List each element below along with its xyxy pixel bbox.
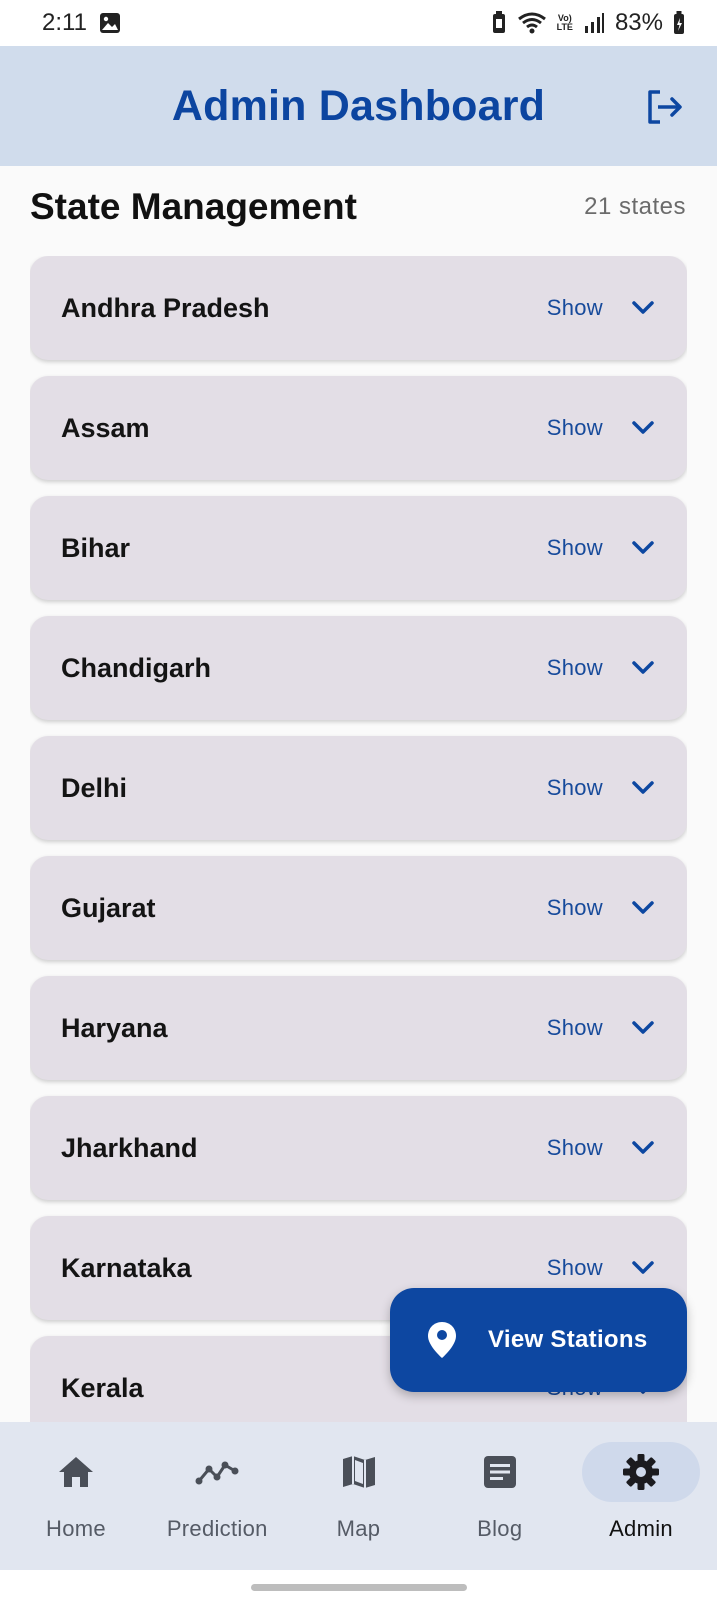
section-header: State Management 21 states bbox=[30, 182, 686, 232]
battery-saver-icon bbox=[491, 11, 507, 35]
app-bar: Admin Dashboard bbox=[0, 46, 717, 166]
bottom-navigation: Home Prediction Map Blog Admin bbox=[0, 1422, 717, 1570]
nav-item-blog[interactable]: Blog bbox=[436, 1422, 564, 1570]
state-list[interactable]: Andhra Pradesh Show Assam Show Bihar Sho… bbox=[30, 256, 687, 1422]
state-card-chandigarh[interactable]: Chandigarh Show bbox=[30, 616, 687, 720]
nav-item-admin[interactable]: Admin bbox=[577, 1422, 705, 1570]
volte-icon: Vo) LTE bbox=[557, 14, 573, 32]
state-actions: Show bbox=[547, 414, 657, 442]
chevron-down-icon[interactable] bbox=[629, 1134, 657, 1162]
show-button[interactable]: Show bbox=[547, 535, 603, 561]
chevron-down-icon[interactable] bbox=[629, 894, 657, 922]
gesture-area bbox=[0, 1570, 717, 1600]
show-button[interactable]: Show bbox=[547, 1135, 603, 1161]
home-icon bbox=[59, 1457, 93, 1487]
nav-item-map[interactable]: Map bbox=[295, 1422, 423, 1570]
show-button[interactable]: Show bbox=[547, 1015, 603, 1041]
nav-item-prediction[interactable]: Prediction bbox=[153, 1422, 281, 1570]
chevron-down-icon[interactable] bbox=[629, 294, 657, 322]
show-button[interactable]: Show bbox=[547, 895, 603, 921]
nav-icon-container bbox=[582, 1442, 700, 1502]
state-actions: Show bbox=[547, 534, 657, 562]
nav-label: Map bbox=[336, 1516, 381, 1541]
state-card-assam[interactable]: Assam Show bbox=[30, 376, 687, 480]
chevron-down-icon[interactable] bbox=[629, 1014, 657, 1042]
battery-percent: 83% bbox=[614, 9, 663, 36]
state-name: Bihar bbox=[61, 532, 131, 563]
state-actions: Show bbox=[547, 894, 657, 922]
article-icon bbox=[483, 1456, 516, 1488]
show-button[interactable]: Show bbox=[547, 295, 603, 321]
state-card-haryana[interactable]: Haryana Show bbox=[30, 976, 687, 1080]
chevron-down-icon[interactable] bbox=[629, 654, 657, 682]
nav-label: Home bbox=[46, 1516, 106, 1541]
state-actions: Show bbox=[547, 654, 657, 682]
chevron-down-icon[interactable] bbox=[629, 1254, 657, 1282]
status-left: 2:11 bbox=[42, 9, 121, 37]
nav-icon-container bbox=[448, 1442, 552, 1502]
nav-label: Admin bbox=[609, 1516, 673, 1541]
status-bar: 2:11 Vo) LTE 83% bbox=[0, 0, 717, 46]
state-name: Karnataka bbox=[61, 1252, 192, 1283]
state-card-delhi[interactable]: Delhi Show bbox=[30, 736, 687, 840]
state-actions: Show bbox=[547, 1254, 657, 1282]
battery-icon bbox=[673, 11, 685, 35]
state-card-bihar[interactable]: Bihar Show bbox=[30, 496, 687, 600]
state-name: Assam bbox=[61, 412, 150, 443]
state-actions: Show bbox=[547, 774, 657, 802]
nav-icon-container bbox=[165, 1442, 269, 1502]
show-button[interactable]: Show bbox=[547, 1255, 603, 1281]
chevron-down-icon[interactable] bbox=[629, 534, 657, 562]
nav-item-home[interactable]: Home bbox=[12, 1422, 140, 1570]
trend-icon bbox=[195, 1461, 239, 1485]
state-actions: Show bbox=[547, 1014, 657, 1042]
chevron-down-icon[interactable] bbox=[629, 774, 657, 802]
state-card-gujarat[interactable]: Gujarat Show bbox=[30, 856, 687, 960]
home-gesture-handle[interactable] bbox=[251, 1584, 467, 1591]
view-stations-label: View Stations bbox=[488, 1326, 648, 1353]
state-card-jharkhand[interactable]: Jharkhand Show bbox=[30, 1096, 687, 1200]
lte-label: LTE bbox=[556, 22, 573, 32]
state-name: Delhi bbox=[61, 772, 128, 803]
state-name: Kerala bbox=[61, 1372, 144, 1403]
gallery-notification-icon bbox=[99, 12, 121, 34]
state-count: 21 states bbox=[584, 193, 686, 220]
logout-icon bbox=[648, 90, 682, 124]
nav-icon-container bbox=[24, 1442, 128, 1502]
nav-label: Blog bbox=[477, 1516, 523, 1541]
state-name: Gujarat bbox=[61, 892, 156, 923]
chevron-down-icon[interactable] bbox=[629, 414, 657, 442]
nav-label: Prediction bbox=[166, 1516, 268, 1541]
nav-icon-container bbox=[307, 1442, 411, 1502]
logout-button[interactable] bbox=[639, 82, 689, 132]
state-actions: Show bbox=[547, 294, 657, 322]
page-title: Admin Dashboard bbox=[171, 81, 546, 130]
status-time: 2:11 bbox=[42, 9, 87, 36]
state-name: Jharkhand bbox=[61, 1132, 198, 1163]
view-stations-button[interactable]: View Stations bbox=[390, 1288, 687, 1392]
location-pin-icon bbox=[428, 1322, 456, 1358]
signal-icon bbox=[583, 12, 605, 34]
show-button[interactable]: Show bbox=[547, 655, 603, 681]
section-title: State Management bbox=[30, 186, 357, 227]
state-name: Haryana bbox=[61, 1012, 168, 1043]
state-actions: Show bbox=[547, 1134, 657, 1162]
status-right: Vo) LTE 83% bbox=[491, 9, 685, 37]
show-button[interactable]: Show bbox=[547, 415, 603, 441]
state-name: Chandigarh bbox=[61, 652, 212, 683]
show-button[interactable]: Show bbox=[547, 775, 603, 801]
settings-icon bbox=[623, 1454, 659, 1490]
wifi-icon bbox=[517, 11, 547, 35]
state-card-andhra-pradesh[interactable]: Andhra Pradesh Show bbox=[30, 256, 687, 360]
map-icon bbox=[342, 1456, 375, 1488]
state-name: Andhra Pradesh bbox=[61, 292, 270, 323]
